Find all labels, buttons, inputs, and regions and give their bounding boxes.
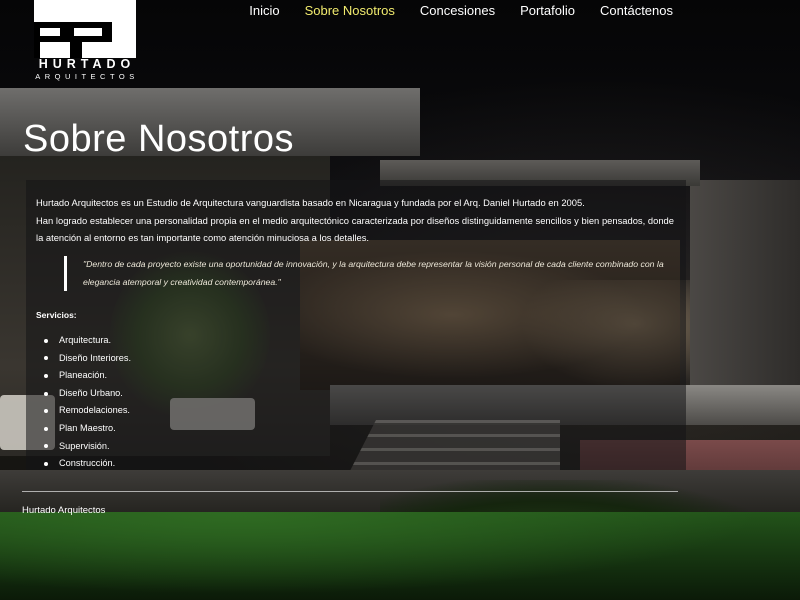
logo-mark-icon: [34, 22, 112, 58]
bullet-icon: [44, 373, 48, 378]
services-title: Servicios:: [36, 310, 77, 320]
service-label: Plan Maestro.: [59, 422, 116, 433]
bullet-icon: [44, 391, 48, 396]
intro-paragraph-2: Han logrado establecer una personalidad …: [36, 214, 674, 244]
services-list: Arquitectura. Diseño Interiores. Planeac…: [44, 332, 131, 473]
service-label: Planeación.: [59, 370, 108, 381]
brand-name: HURTADO: [38, 57, 136, 71]
service-label: Diseño Urbano.: [59, 387, 123, 398]
intro-text: Hurtado Arquitectos es un Estudio de Arq…: [36, 194, 674, 247]
nav-contactenos[interactable]: Contáctenos: [600, 3, 673, 23]
page-title: Sobre Nosotros: [23, 118, 295, 160]
intro-paragraph-1: Hurtado Arquitectos es un Estudio de Arq…: [36, 197, 585, 208]
bullet-icon: [44, 356, 48, 361]
bullet-icon: [44, 338, 48, 343]
service-label: Diseño Interiores.: [59, 352, 132, 363]
footer-divider: [22, 491, 678, 492]
nav-sobre-nosotros[interactable]: Sobre Nosotros: [305, 3, 395, 23]
logo[interactable]: HURTADO ARQUITECTOS: [22, 0, 152, 84]
service-item: Remodelaciones.: [44, 402, 131, 420]
service-item: Planeación.: [44, 367, 131, 385]
service-item: Diseño Urbano.: [44, 385, 131, 403]
service-item: Plan Maestro.: [44, 420, 131, 438]
nav-inicio[interactable]: Inicio: [249, 3, 279, 23]
service-label: Arquitectura.: [59, 335, 112, 345]
bullet-icon: [44, 409, 48, 414]
service-label: Construcción.: [59, 458, 116, 469]
service-item: Diseño Interiores.: [44, 350, 131, 368]
bullet-icon: [44, 426, 48, 431]
service-item: Supervisión.: [44, 438, 131, 456]
logo-box: [34, 0, 136, 58]
service-item: Construcción.: [44, 455, 131, 473]
service-label: Remodelaciones.: [59, 405, 130, 416]
bullet-icon: [44, 461, 48, 466]
nav-concesiones[interactable]: Concesiones: [420, 3, 495, 23]
nav-portafolio[interactable]: Portafolio: [520, 3, 575, 23]
brand-subtitle: ARQUITECTOS: [35, 72, 139, 81]
main-nav: Inicio Sobre Nosotros Concesiones Portaf…: [249, 3, 673, 23]
quote: "Dentro de cada proyecto existe una opor…: [64, 256, 683, 291]
footer-text: Hurtado Arquitectos: [22, 505, 106, 516]
service-item: Arquitectura.: [44, 332, 131, 350]
bullet-icon: [44, 444, 48, 449]
service-label: Supervisión.: [59, 440, 110, 451]
